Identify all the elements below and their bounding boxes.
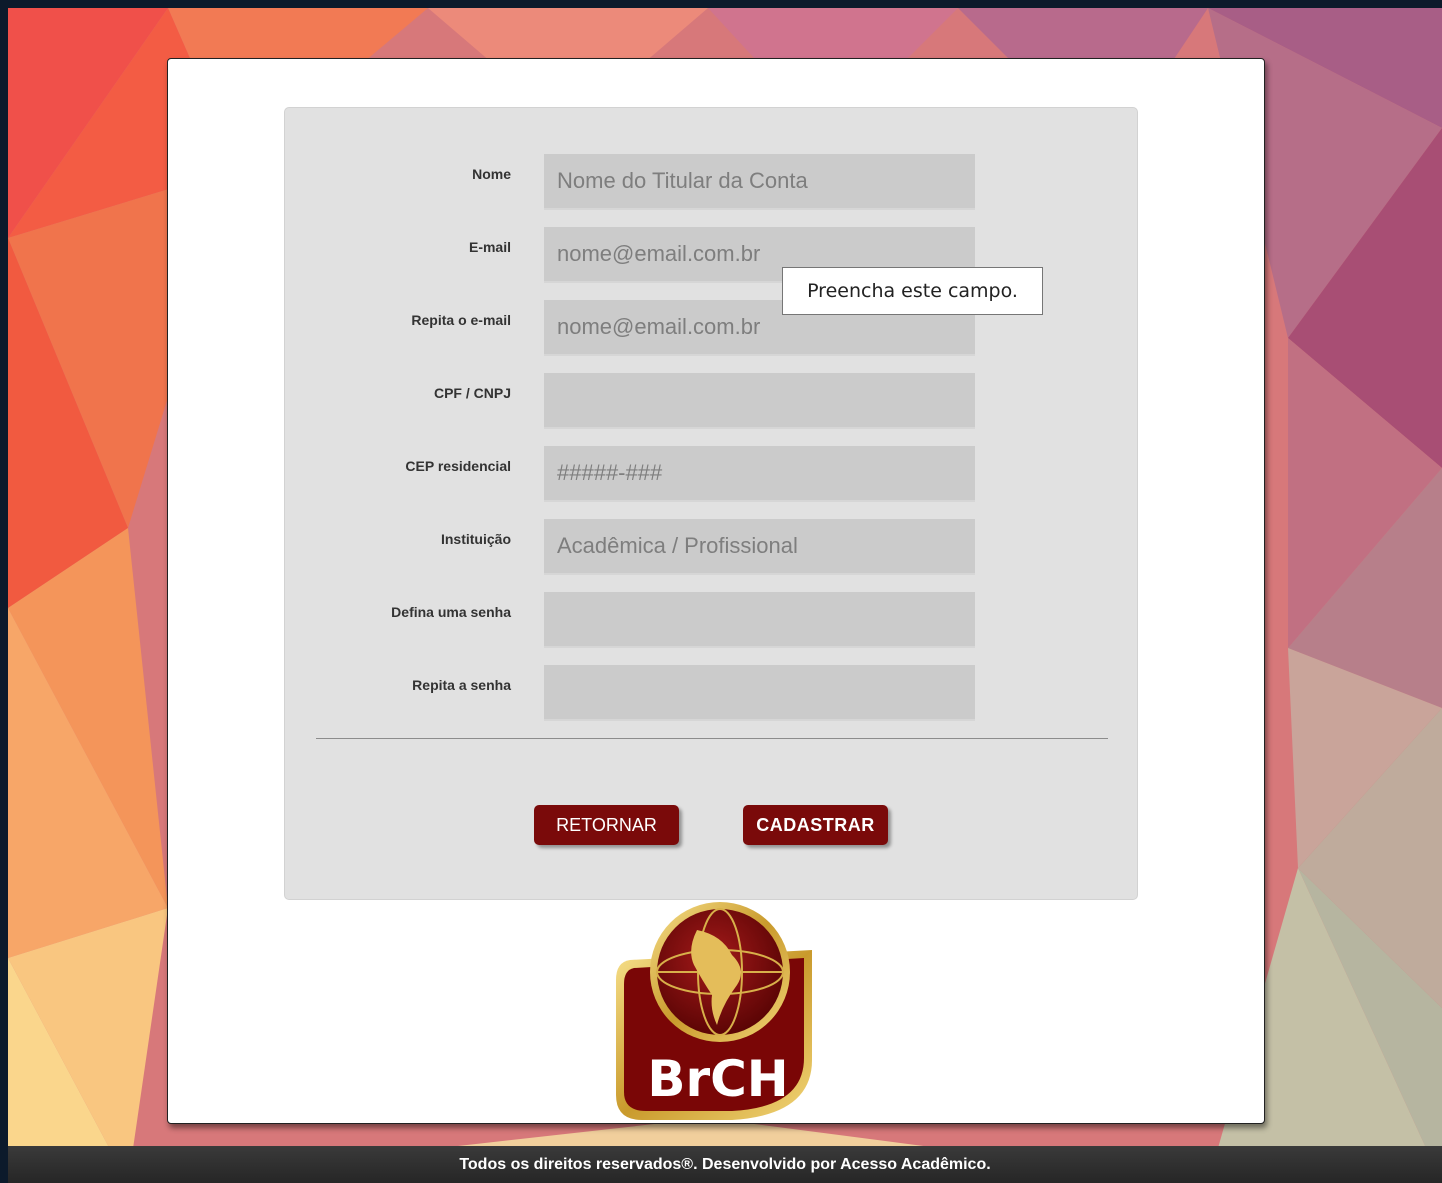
institution-label: Instituição (440, 531, 511, 547)
form-row-cep: CEP residencial (285, 446, 1137, 502)
footer: Todos os direitos reservados®. Desenvolv… (8, 1146, 1442, 1183)
form-divider (316, 738, 1108, 739)
email-confirm-label: Repita o e-mail (411, 312, 511, 328)
signup-card: Nome E-mail Repita o e-mail CPF / CNPJ CEP r… (167, 58, 1265, 1124)
institution-input[interactable] (544, 519, 975, 575)
logo-text: BrCH (647, 1050, 788, 1108)
cpf-cnpj-label: CPF / CNPJ (433, 385, 511, 401)
name-input[interactable] (544, 154, 975, 210)
cpf-cnpj-input[interactable] (544, 373, 975, 429)
password-confirm-label: Repita a senha (412, 677, 511, 693)
cep-input[interactable] (544, 446, 975, 502)
brch-logo: BrCH (612, 900, 824, 1122)
password-input[interactable] (544, 592, 975, 648)
name-label: Nome (472, 166, 511, 182)
cep-label: CEP residencial (405, 458, 511, 474)
form-row-password-confirm: Repita a senha (285, 665, 1137, 721)
validation-tooltip: Preencha este campo. (782, 267, 1043, 315)
form-row-institution: Instituição (285, 519, 1137, 575)
password-confirm-input[interactable] (544, 665, 975, 721)
email-label: E-mail (468, 239, 511, 255)
password-label: Defina uma senha (391, 604, 511, 620)
register-button[interactable]: CADASTRAR (743, 805, 888, 845)
signup-form: Nome E-mail Repita o e-mail CPF / CNPJ CEP r… (284, 107, 1138, 900)
footer-text: Todos os direitos reservados®. Desenvolv… (459, 1155, 991, 1173)
form-row-password: Defina uma senha (285, 592, 1137, 648)
return-button[interactable]: RETORNAR (534, 805, 679, 845)
form-row-cpf-cnpj: CPF / CNPJ (285, 373, 1137, 429)
form-row-name: Nome (285, 154, 1137, 210)
